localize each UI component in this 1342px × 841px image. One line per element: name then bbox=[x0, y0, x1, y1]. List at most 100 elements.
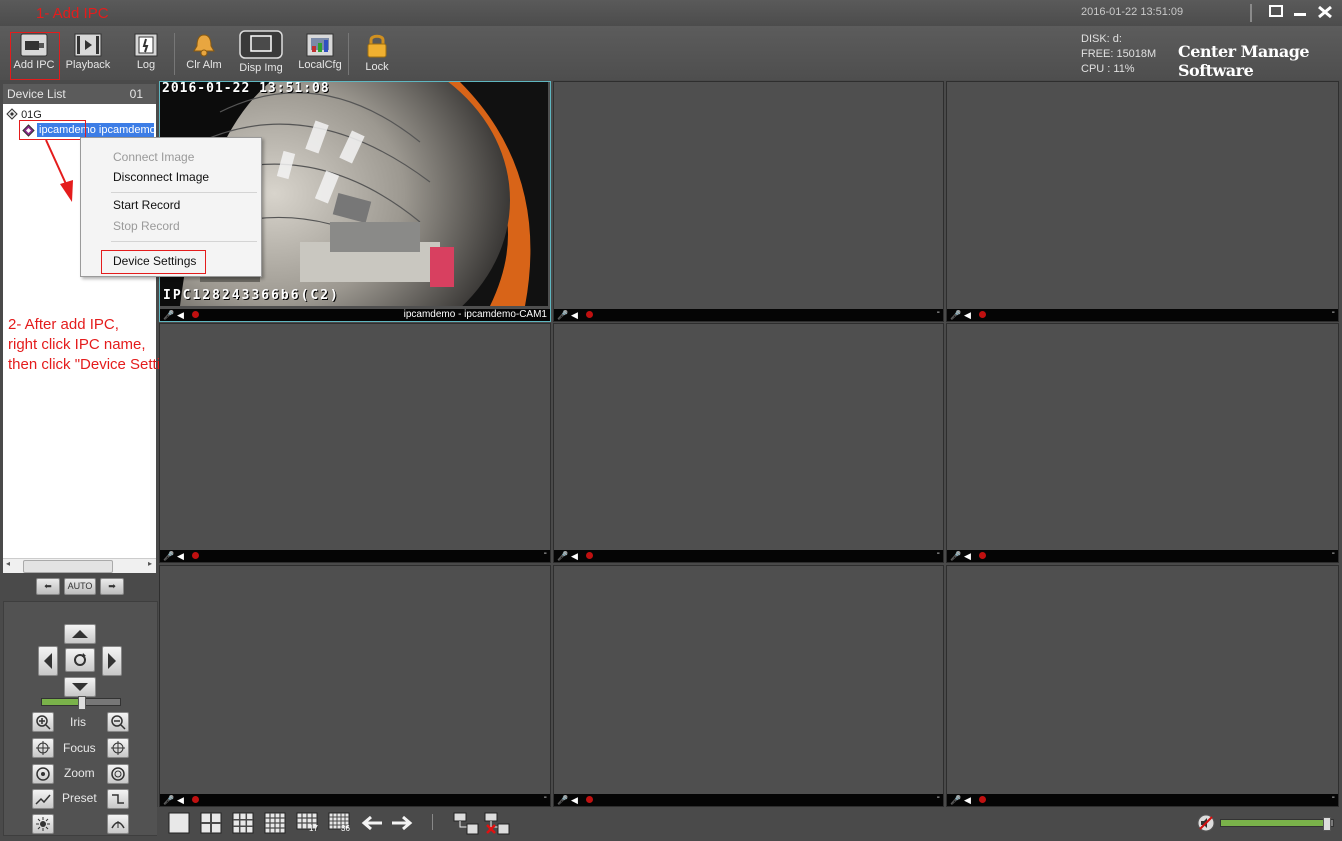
next-screen-button[interactable] bbox=[390, 814, 414, 837]
video-cell-2[interactable]: 🎤 ◀ - bbox=[553, 81, 944, 322]
ptz-reset-button[interactable] bbox=[65, 648, 95, 672]
record-icon[interactable] bbox=[192, 311, 199, 318]
log-button[interactable]: Log bbox=[126, 30, 166, 80]
video-cell-7[interactable]: 🎤 ◀ - bbox=[159, 565, 551, 807]
zoom-label: Zoom bbox=[64, 766, 95, 780]
video-cell-5[interactable]: 🎤 ◀ - bbox=[553, 323, 944, 563]
iris-open-button[interactable] bbox=[32, 712, 54, 732]
scrollbar-thumb[interactable] bbox=[23, 560, 113, 573]
record-icon[interactable] bbox=[979, 311, 986, 318]
record-icon[interactable] bbox=[979, 796, 986, 803]
auto-button[interactable]: AUTO bbox=[64, 578, 96, 595]
ptz-aux-button-2[interactable] bbox=[107, 814, 129, 834]
zoom-out-icon bbox=[111, 715, 126, 730]
prev-page-button[interactable]: ⬅ bbox=[36, 578, 60, 595]
horizontal-scrollbar[interactable]: ◂ ▸ bbox=[3, 558, 156, 573]
video-cell-status-bar: 🎤 ◀ - bbox=[554, 792, 943, 806]
ptz-left-button[interactable] bbox=[38, 646, 58, 676]
layout-36-button[interactable]: 36 bbox=[328, 812, 350, 835]
prev-screen-button[interactable] bbox=[360, 814, 384, 837]
layout-36-label: 36 bbox=[341, 824, 350, 833]
ptz-right-button[interactable] bbox=[102, 646, 122, 676]
zoom-wide-button[interactable] bbox=[107, 764, 129, 784]
menu-connect-image[interactable]: Connect Image bbox=[113, 150, 194, 164]
mic-icon[interactable]: 🎤 bbox=[950, 310, 961, 321]
speaker-icon[interactable]: ◀ bbox=[571, 310, 578, 321]
scroll-left-icon[interactable]: ◂ bbox=[6, 559, 10, 568]
mic-icon[interactable]: 🎤 bbox=[163, 795, 174, 806]
speaker-icon[interactable]: ◀ bbox=[177, 795, 184, 806]
layout-1-button[interactable] bbox=[168, 812, 190, 839]
video-cell-3[interactable]: 🎤 ◀ - bbox=[946, 81, 1339, 322]
preset-go-button[interactable] bbox=[107, 789, 129, 809]
menu-separator-2 bbox=[111, 241, 257, 242]
annotation-step2: 2- After add IPC, right click IPC name, … bbox=[8, 315, 182, 375]
layout-4-button[interactable] bbox=[200, 812, 222, 839]
speaker-muted-icon bbox=[1197, 814, 1215, 832]
clear-alarm-button[interactable]: Clr Alm bbox=[182, 30, 226, 80]
video-cell-6[interactable]: 🎤 ◀ - bbox=[946, 323, 1339, 563]
focus-far-button[interactable] bbox=[107, 738, 129, 758]
speaker-icon[interactable]: ◀ bbox=[177, 551, 184, 562]
mic-icon[interactable]: 🎤 bbox=[557, 310, 568, 321]
speaker-icon[interactable]: ◀ bbox=[571, 795, 578, 806]
playback-button[interactable]: Playback bbox=[62, 30, 114, 80]
log-icon bbox=[134, 33, 158, 57]
ptz-up-button[interactable] bbox=[64, 624, 96, 644]
mic-icon[interactable]: 🎤 bbox=[950, 795, 961, 806]
speaker-icon[interactable]: ◀ bbox=[964, 795, 971, 806]
video-cell-9[interactable]: 🎤 ◀ - bbox=[946, 565, 1339, 807]
record-icon[interactable] bbox=[586, 552, 593, 559]
lock-button[interactable]: Lock bbox=[358, 30, 396, 80]
preset-set-button[interactable] bbox=[32, 789, 54, 809]
speaker-icon[interactable]: ◀ bbox=[964, 551, 971, 562]
volume-slider[interactable] bbox=[1220, 817, 1334, 831]
ptz-aux-button-1[interactable] bbox=[32, 814, 54, 834]
light-icon bbox=[36, 817, 50, 831]
mic-icon[interactable]: 🎤 bbox=[163, 551, 174, 562]
record-icon[interactable] bbox=[586, 796, 593, 803]
mic-icon[interactable]: 🎤 bbox=[557, 551, 568, 562]
menu-separator bbox=[111, 192, 257, 193]
datetime-display: 2016-01-22 13:51:09 bbox=[1081, 6, 1184, 18]
mic-icon[interactable]: 🎤 bbox=[163, 310, 174, 321]
iris-close-button[interactable] bbox=[107, 712, 129, 732]
ptz-speed-slider[interactable] bbox=[41, 696, 121, 710]
menu-stop-record[interactable]: Stop Record bbox=[113, 219, 180, 233]
layout-17-button[interactable]: 17 bbox=[296, 812, 318, 835]
log-label: Log bbox=[136, 59, 156, 71]
minimize-button[interactable] bbox=[1292, 5, 1308, 19]
scroll-right-icon[interactable]: ▸ bbox=[148, 559, 152, 568]
layout-9-button[interactable] bbox=[232, 812, 254, 839]
zoom-tele-button[interactable] bbox=[32, 764, 54, 784]
record-icon[interactable] bbox=[979, 552, 986, 559]
volume-thumb[interactable] bbox=[1323, 817, 1331, 831]
speaker-icon[interactable]: ◀ bbox=[177, 310, 184, 321]
close-button[interactable] bbox=[1317, 5, 1333, 19]
mic-icon[interactable]: 🎤 bbox=[557, 795, 568, 806]
mic-icon[interactable]: 🎤 bbox=[950, 551, 961, 562]
speaker-icon[interactable]: ◀ bbox=[964, 310, 971, 321]
display-image-button[interactable]: Disp Img bbox=[234, 30, 288, 80]
preset-set-icon bbox=[35, 794, 51, 805]
video-cell-8[interactable]: 🎤 ◀ - bbox=[553, 565, 944, 807]
record-icon[interactable] bbox=[586, 311, 593, 318]
record-icon[interactable] bbox=[192, 552, 199, 559]
next-page-button[interactable]: ➡ bbox=[100, 578, 124, 595]
record-icon[interactable] bbox=[192, 796, 199, 803]
layout-16-button[interactable] bbox=[264, 812, 286, 839]
menu-disconnect-image[interactable]: Disconnect Image bbox=[113, 170, 209, 184]
layout-1-icon bbox=[168, 812, 190, 834]
fullscreen-button[interactable] bbox=[1268, 5, 1284, 19]
local-config-button[interactable]: LocalCfg bbox=[294, 30, 346, 80]
video-cell-4[interactable]: 🎤 ◀ - bbox=[159, 323, 551, 563]
video-cell-status-bar: 🎤 ◀ ipcamdemo - ipcamdemo-CAM1 bbox=[160, 309, 550, 321]
ptz-down-button[interactable] bbox=[64, 677, 96, 697]
speaker-icon[interactable]: ◀ bbox=[571, 551, 578, 562]
focus-near-button[interactable] bbox=[32, 738, 54, 758]
add-ipc-button[interactable]: Add IPC bbox=[10, 30, 58, 80]
refresh-icon bbox=[74, 653, 86, 666]
menu-start-record[interactable]: Start Record bbox=[113, 198, 180, 212]
mute-button[interactable] bbox=[1196, 814, 1216, 837]
ptz-speed-thumb[interactable] bbox=[78, 696, 86, 710]
